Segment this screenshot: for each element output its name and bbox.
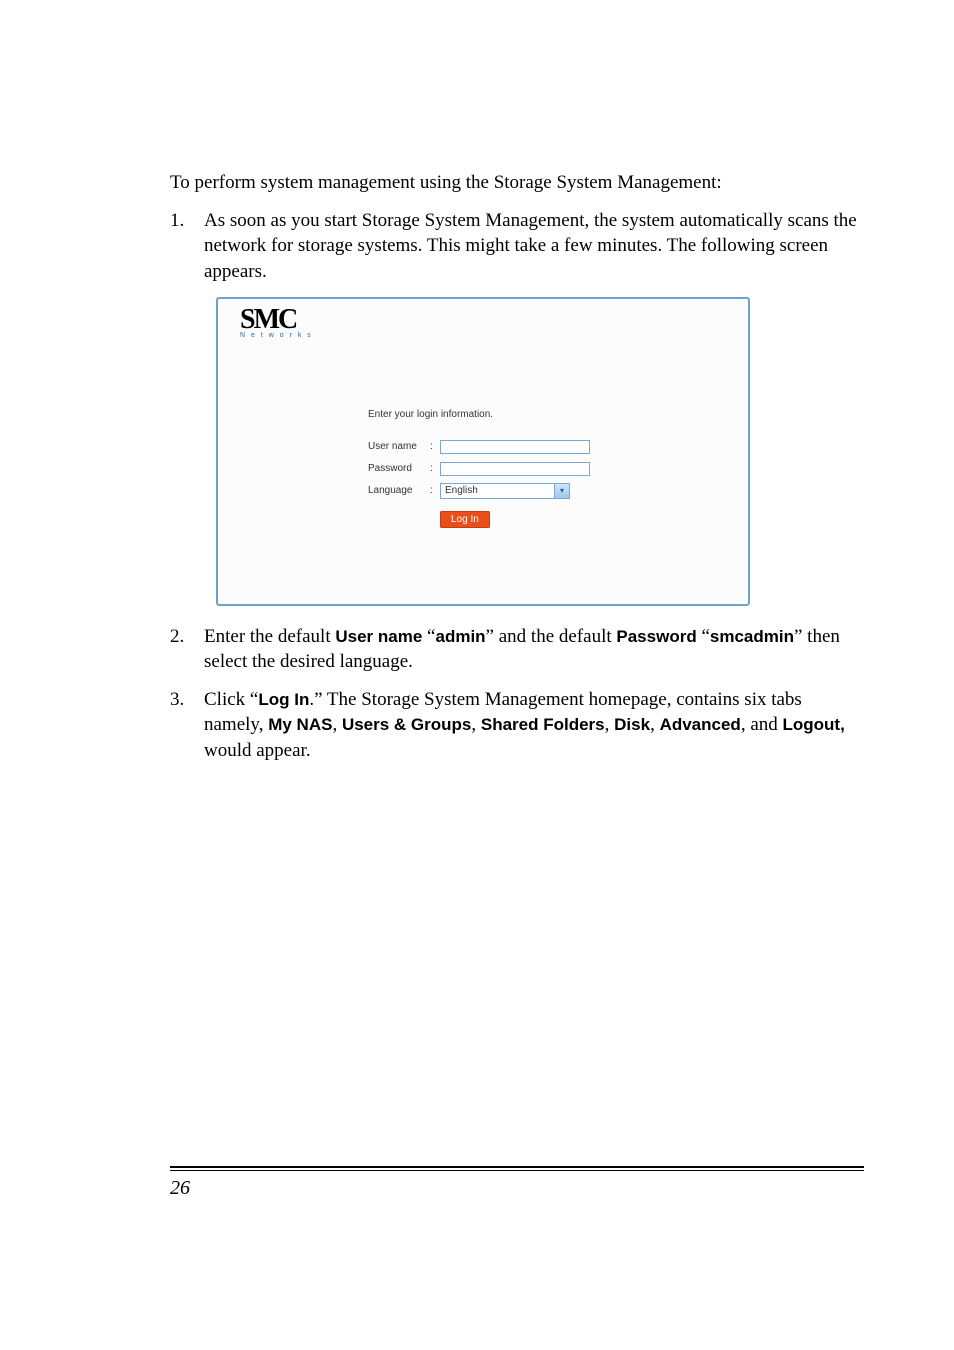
language-select[interactable]: English ▾	[440, 483, 570, 499]
intro-text: To perform system management using the S…	[170, 170, 864, 196]
colon: :	[430, 441, 440, 452]
logo-subtext: N e t w o r k s	[240, 332, 324, 339]
colon: :	[430, 463, 440, 474]
footer-rule	[170, 1166, 864, 1168]
step-3-number: 3.	[170, 687, 204, 764]
step-1-body: As soon as you start Storage System Mana…	[204, 208, 864, 285]
chevron-down-icon[interactable]: ▾	[554, 484, 569, 498]
page-footer: 26	[170, 1166, 864, 1200]
login-button[interactable]: Log In	[440, 511, 490, 528]
username-label: User name	[368, 441, 430, 452]
username-row: User name :	[368, 438, 590, 456]
step-3-body: Click “Log In.” The Storage System Manag…	[204, 687, 864, 764]
colon: :	[430, 485, 440, 496]
step-2: 2. Enter the default User name “admin” a…	[170, 624, 864, 675]
smc-logo: SMC N e t w o r k s	[240, 307, 324, 339]
password-label: Password	[368, 463, 430, 474]
logo-text: SMC	[240, 307, 324, 332]
login-screenshot: SMC N e t w o r k s Enter your login inf…	[216, 297, 750, 606]
password-input[interactable]	[440, 462, 590, 476]
language-row: Language : English ▾	[368, 482, 590, 500]
username-input[interactable]	[440, 440, 590, 454]
step-2-body: Enter the default User name “admin” and …	[204, 624, 864, 675]
step-2-number: 2.	[170, 624, 204, 675]
step-1: 1. As soon as you start Storage System M…	[170, 208, 864, 285]
footer-rule-thin	[170, 1170, 864, 1171]
page-number: 26	[170, 1177, 864, 1200]
language-value: English	[445, 485, 478, 496]
step-3: 3. Click “Log In.” The Storage System Ma…	[170, 687, 864, 764]
password-row: Password :	[368, 460, 590, 478]
language-label: Language	[368, 485, 430, 496]
step-1-number: 1.	[170, 208, 204, 285]
login-instruction: Enter your login information.	[368, 409, 590, 420]
login-form: Enter your login information. User name …	[368, 409, 590, 525]
